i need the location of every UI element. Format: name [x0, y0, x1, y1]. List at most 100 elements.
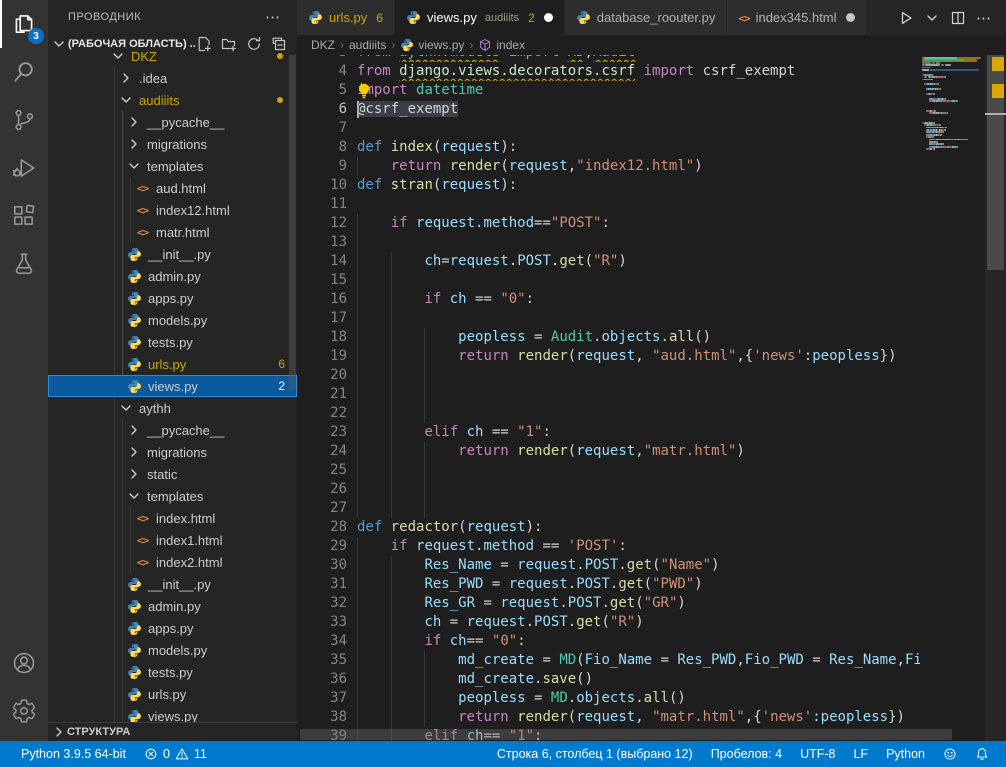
tree-folder-dkz[interactable]: DKZ [48, 50, 297, 67]
tree-folder--pycache-[interactable]: __pycache__ [48, 419, 297, 441]
python-file-icon [406, 10, 421, 25]
tree-folder-static[interactable]: static [48, 463, 297, 485]
tab-database-roouter-py[interactable]: database_roouter.py [565, 0, 728, 35]
tree-file-matr-html[interactable]: <>matr.html [48, 221, 297, 243]
extensions-icon [11, 203, 37, 229]
tree-folder-migrations[interactable]: migrations [48, 441, 297, 463]
tree-file-index2-html[interactable]: <>index2.html [48, 551, 297, 573]
tree-folder--pycache-[interactable]: __pycache__ [48, 111, 297, 133]
tree-item-label: migrations [147, 137, 207, 152]
breadcrumb-item-views-py[interactable]: views.py [400, 38, 464, 52]
indent-guide [357, 385, 358, 404]
line-number: 16 [297, 290, 347, 309]
tab-views-py[interactable]: views.pyaudiiits2 [395, 0, 565, 35]
tree-file-apps-py[interactable]: apps.py [48, 617, 297, 639]
activity-item-search[interactable] [0, 48, 48, 96]
activity-item-run-and-debug[interactable] [0, 144, 48, 192]
code-line-22: 22 [297, 404, 920, 423]
breadcrumb-item-dkz[interactable]: DKZ [311, 38, 335, 52]
line-number: 38 [297, 708, 347, 727]
sidebar-scrollbar[interactable] [289, 55, 296, 390]
chevron-right-icon [126, 114, 142, 130]
tree-file-index1-html[interactable]: <>index1.html [48, 529, 297, 551]
lightbulb-icon[interactable] [356, 83, 372, 99]
line-number: 18 [297, 328, 347, 347]
tree-folder-audiiits[interactable]: audiiits [48, 89, 297, 111]
chevron-right-icon [51, 724, 67, 740]
horizontal-scrollbar[interactable] [300, 729, 952, 740]
run-dropdown-icon[interactable] [924, 10, 940, 26]
tree-folder-aythh[interactable]: aythh [48, 397, 297, 419]
activity-item-accounts[interactable] [0, 639, 48, 687]
tree-file-apps-py[interactable]: apps.py [48, 287, 297, 309]
activity-item-explorer[interactable]: 3 [0, 0, 48, 48]
status-language-mode[interactable]: Python [877, 747, 934, 761]
tree-folder-templates[interactable]: templates [48, 155, 297, 177]
breadcrumb-separator: › [469, 38, 473, 52]
more-actions-icon[interactable]: ⋯ [976, 9, 992, 27]
tree-file-index-html[interactable]: <>index.html [48, 507, 297, 529]
breadcrumb-item-index[interactable]: index [478, 38, 525, 52]
activity-item-source-control[interactable] [0, 96, 48, 144]
tree-file-aud-html[interactable]: <>aud.html [48, 177, 297, 199]
code-text: import datetime [357, 81, 483, 100]
tree-file-admin-py[interactable]: admin.py [48, 265, 297, 287]
overview-ruler[interactable] [985, 55, 1006, 741]
minimap-line [941, 112, 947, 114]
tree-item-label: aythh [139, 401, 171, 416]
breadcrumb-label: DKZ [311, 38, 335, 52]
outline-section-header[interactable]: СТРУКТУРА [48, 722, 297, 741]
status-feedback-item[interactable] [934, 747, 966, 761]
tab-index345-html[interactable]: <>index345.html [727, 0, 866, 35]
minimap[interactable] [920, 55, 985, 741]
workspace-section-label: (РАБОЧАЯ ОБЛАСТЬ) ... [68, 38, 196, 50]
tab-urls-py[interactable]: urls.py6 [297, 0, 395, 35]
tree-file-admin-py[interactable]: admin.py [48, 595, 297, 617]
tree-file-views-py[interactable]: views.py2 [48, 375, 297, 397]
status-cursor-position[interactable]: Строка 6, столбец 1 (выбрано 12) [488, 747, 702, 761]
line-number: 23 [297, 423, 347, 442]
tree-folder-templates[interactable]: templates [48, 485, 297, 507]
code-line-25: 25 [297, 461, 920, 480]
python-interpreter-status[interactable]: Python 3.9.5 64-bit [12, 741, 135, 767]
tree-file--init-py[interactable]: __init__.py [48, 243, 297, 265]
status-bell-item[interactable] [966, 747, 998, 761]
activity-item-manage[interactable] [0, 687, 48, 735]
indent-guide [391, 499, 392, 518]
minimap-line [934, 148, 936, 150]
tree-file-index12-html[interactable]: <>index12.html [48, 199, 297, 221]
tree-item-label: migrations [147, 445, 207, 460]
problems-status[interactable]: 0 11 [135, 741, 216, 767]
tree-file-urls-py[interactable]: urls.py6 [48, 353, 297, 375]
breadcrumb-item-audiiits[interactable]: audiiits [349, 38, 386, 52]
split-editor-button[interactable] [950, 10, 966, 26]
tree-file-views-py[interactable]: views.py [48, 705, 297, 722]
activity-item-testing[interactable] [0, 240, 48, 288]
more-actions-icon[interactable]: ⋯ [265, 8, 281, 26]
code-text: from aythh.models import MD,Audit [357, 55, 635, 62]
code-editor[interactable]: 3from aythh.models import MD,Audit4from … [297, 55, 1006, 741]
tree-file--init-py[interactable]: __init__.py [48, 573, 297, 595]
line-number: 12 [297, 214, 347, 233]
tree-file-models-py[interactable]: models.py [48, 639, 297, 661]
tree-file-models-py[interactable]: models.py [48, 309, 297, 331]
tree-file-tests-py[interactable]: tests.py [48, 661, 297, 683]
code-line-20: 20 [297, 366, 920, 385]
tree-item-label: urls.py [148, 357, 186, 372]
status-indentation[interactable]: Пробелов: 4 [702, 747, 791, 761]
activity-item-extensions[interactable] [0, 192, 48, 240]
activity-badge: 3 [28, 28, 44, 44]
chevron-down-icon [118, 400, 134, 416]
tree-item-label: templates [147, 489, 203, 504]
indent-guide [357, 480, 358, 499]
tree-folder-migrations[interactable]: migrations [48, 133, 297, 155]
tree-folder--idea[interactable]: .idea [48, 67, 297, 89]
tree-file-urls-py[interactable]: urls.py [48, 683, 297, 705]
warning-count: 11 [194, 747, 207, 761]
feedback-icon [943, 747, 957, 761]
tree-file-tests-py[interactable]: tests.py [48, 331, 297, 353]
status-encoding[interactable]: UTF-8 [791, 747, 844, 761]
run-button[interactable] [898, 10, 914, 26]
minimap-line [925, 64, 940, 66]
status-eol[interactable]: LF [844, 747, 877, 761]
